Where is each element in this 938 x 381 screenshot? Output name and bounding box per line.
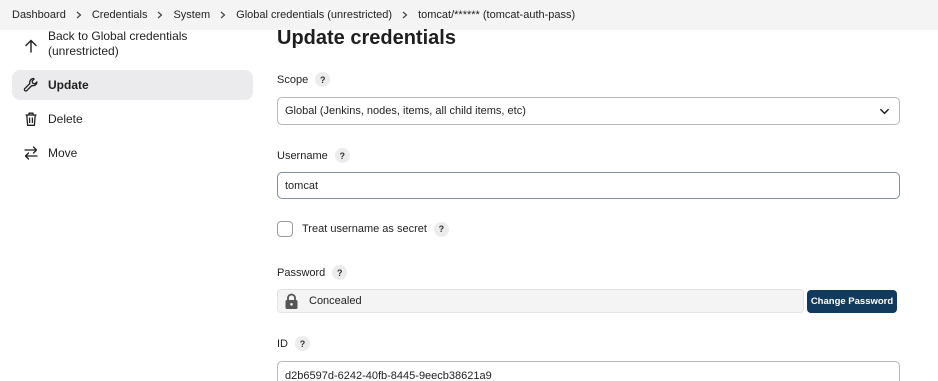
sidebar-item-label: Update [48,78,89,92]
help-icon[interactable]: ? [334,148,350,163]
change-password-button[interactable]: Change Password [807,290,897,313]
breadcrumb-system[interactable]: System [173,9,210,21]
id-label: ID ? [277,336,310,351]
username-label: Username ? [277,148,350,163]
sidebar-item-update[interactable]: Update [12,70,253,100]
scope-select-value: Global (Jenkins, nodes, items, all child… [285,105,526,117]
help-icon[interactable]: ? [315,72,331,87]
id-value: d2b6597d-6242-40fb-8445-9eecb38621a9 [285,370,492,381]
password-concealed-field: Concealed [277,289,804,313]
page-title: Update credentials [277,27,456,49]
sidebar-item-label: Delete [48,112,83,126]
breadcrumb-global-credentials[interactable]: Global credentials (unrestricted) [236,9,392,21]
id-label-text: ID [277,337,288,350]
password-label-text: Password [277,266,326,279]
arrows-swap-icon [23,145,39,161]
help-icon[interactable]: ? [295,336,310,351]
breadcrumb-credential[interactable]: tomcat/****** (tomcat-auth-pass) [418,9,575,21]
username-label-text: Username [277,149,328,162]
chevron-right-icon [75,11,83,19]
breadcrumb-credentials[interactable]: Credentials [92,9,148,21]
help-icon[interactable]: ? [332,265,348,280]
sidebar-item-move[interactable]: Move [12,138,253,168]
username-field[interactable]: tomcat [277,172,900,199]
trash-icon [23,111,39,127]
treat-secret-label[interactable]: Treat username as secret [302,223,427,235]
treat-secret-checkbox[interactable] [277,221,293,237]
sidebar-item-label: Move [48,146,78,160]
password-concealed-text: Concealed [309,295,362,307]
scope-label: Scope ? [277,72,331,87]
password-label: Password ? [277,265,348,280]
username-value: tomcat [285,179,319,192]
scope-select[interactable]: Global (Jenkins, nodes, items, all child… [277,97,900,125]
chevron-right-icon [401,11,409,19]
chevron-down-icon [880,108,889,115]
sidebar-item-back[interactable]: Back to Global credentials (unrestricted… [12,29,253,68]
breadcrumb-dashboard[interactable]: Dashboard [12,9,66,21]
sidebar-item-label: Back to Global credentials (unrestricted… [48,29,188,58]
sidebar-item-delete[interactable]: Delete [12,104,253,134]
id-field[interactable]: d2b6597d-6242-40fb-8445-9eecb38621a9 [277,361,900,381]
scope-label-text: Scope [277,73,309,86]
help-icon[interactable]: ? [433,221,449,237]
arrow-up-icon [23,38,39,54]
treat-secret-row: Treat username as secret ? [277,221,449,237]
lock-icon [285,293,298,309]
wrench-icon [23,77,39,93]
chevron-right-icon [156,11,164,19]
chevron-right-icon [219,11,227,19]
breadcrumb: Dashboard Credentials System Global cred… [0,0,938,30]
